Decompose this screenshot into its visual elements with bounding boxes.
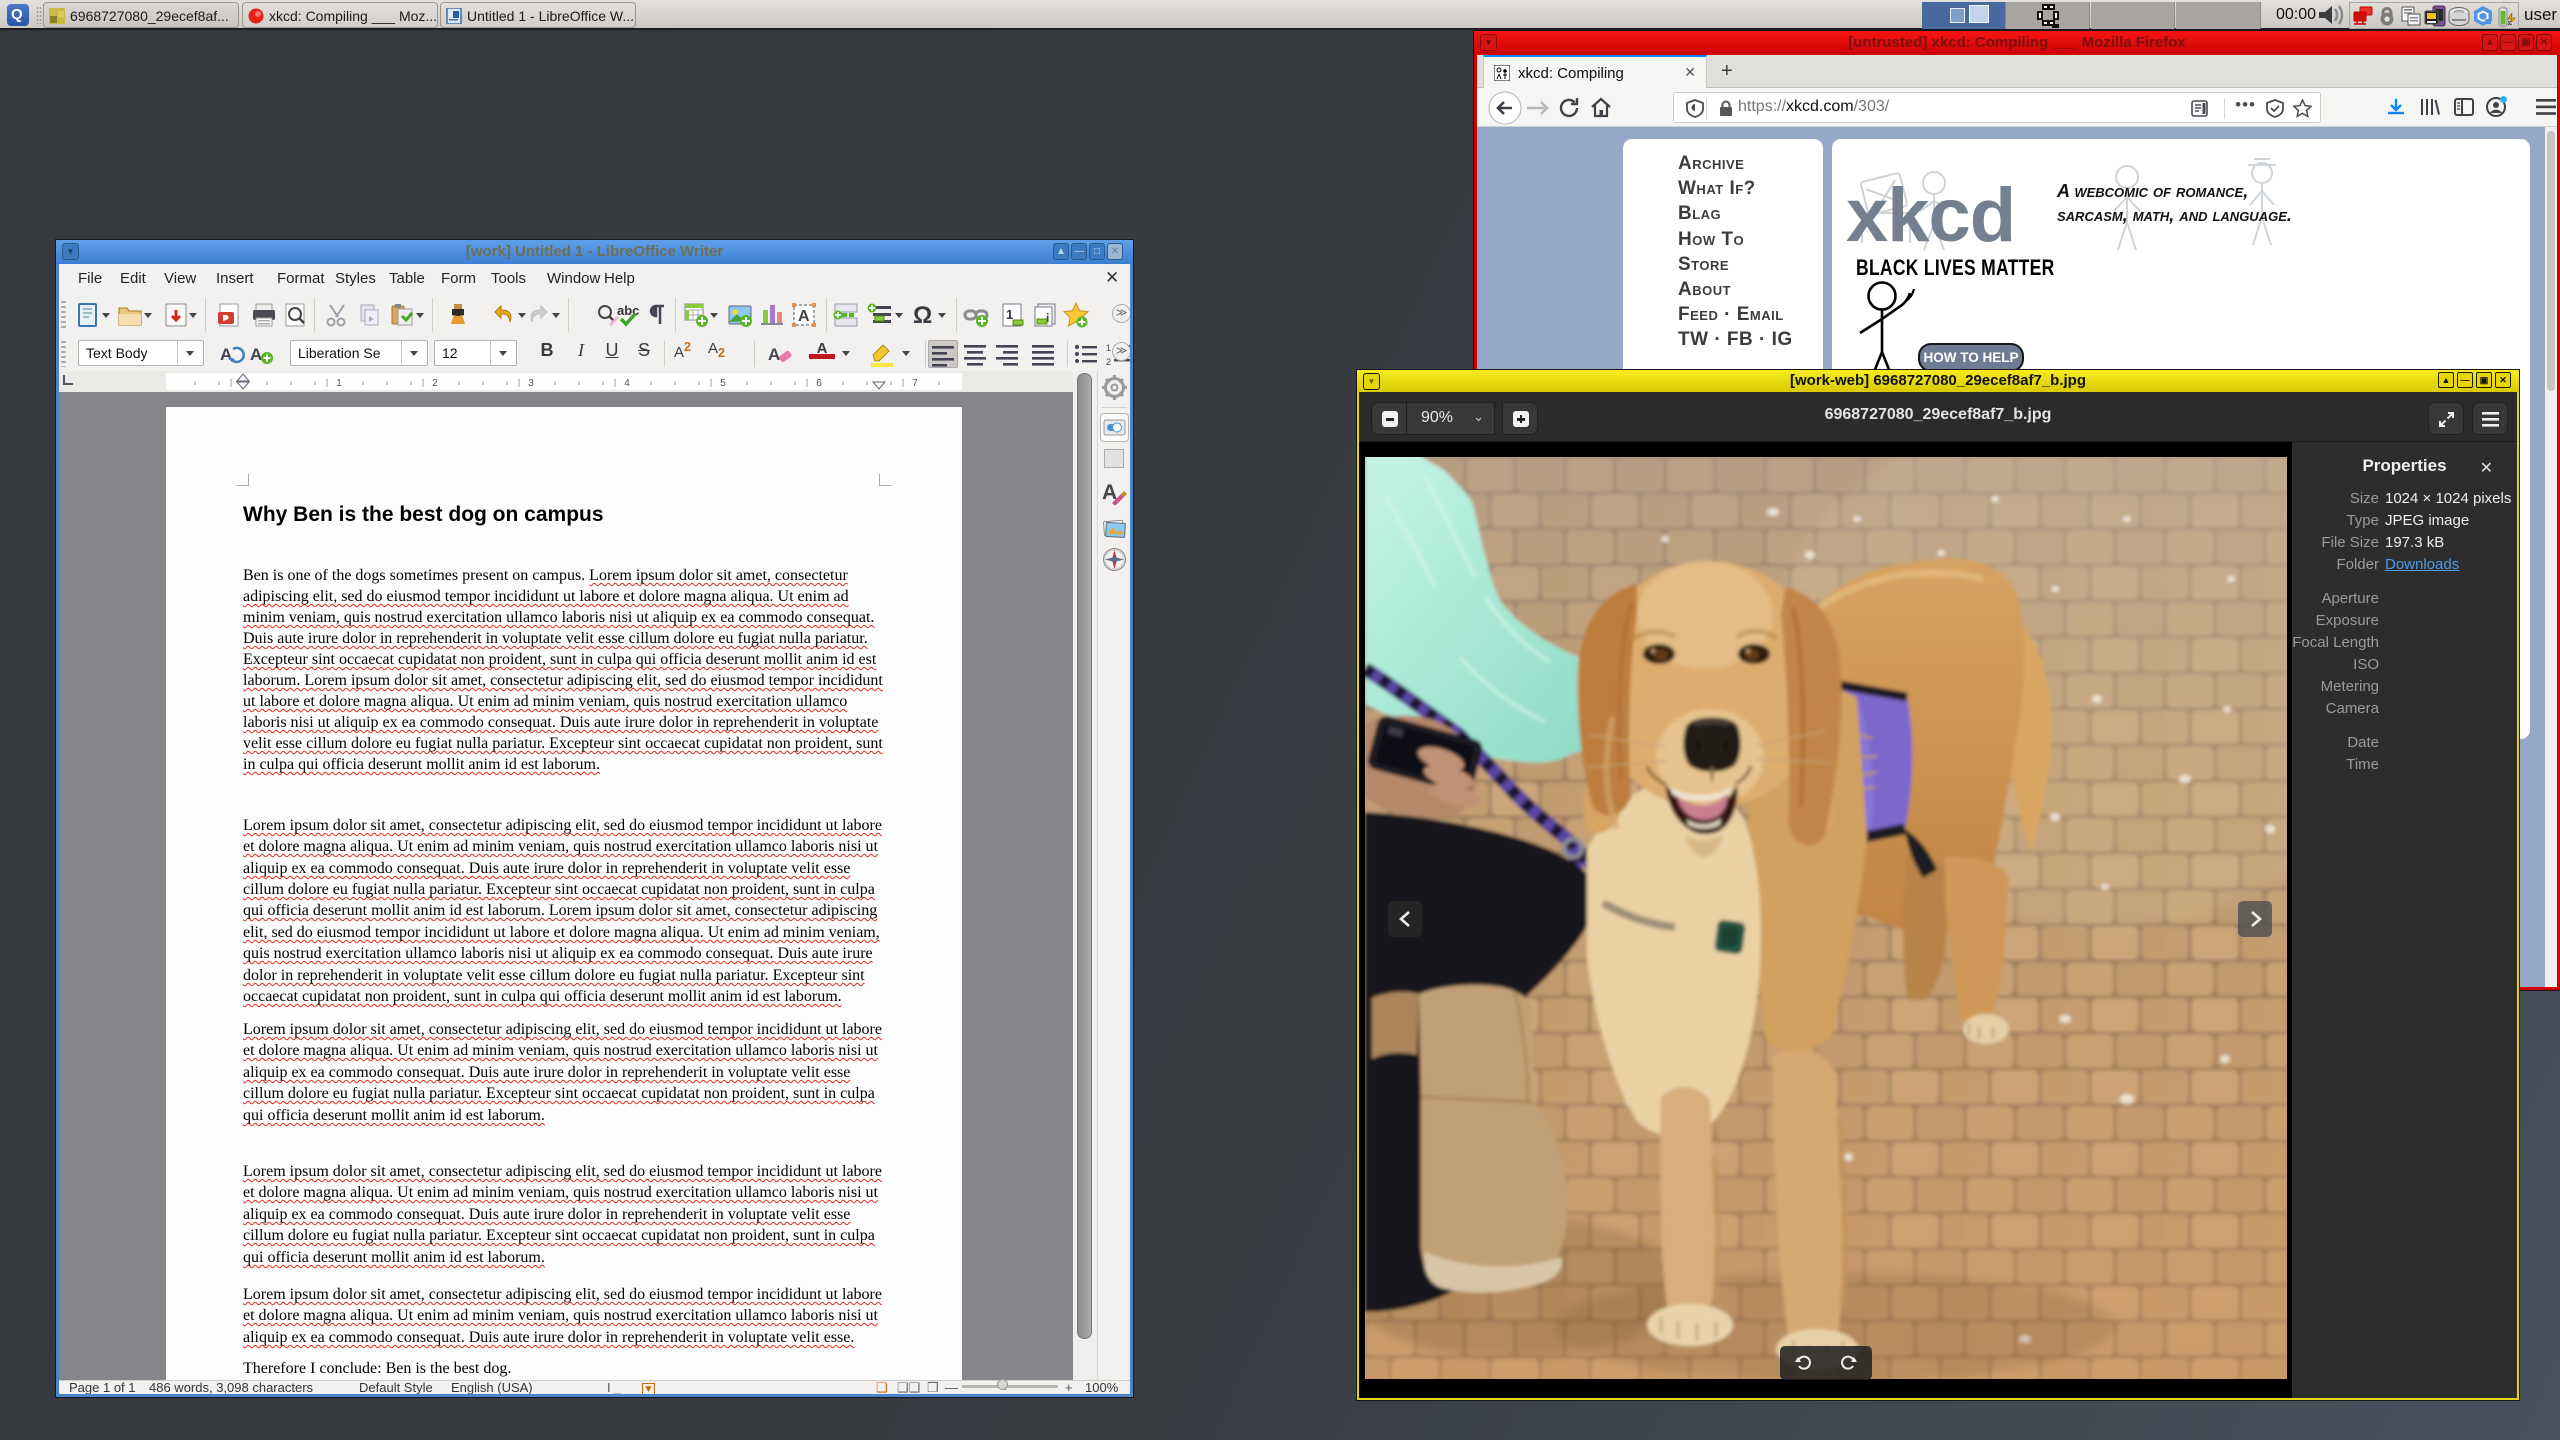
svg-text:A: A bbox=[798, 308, 810, 325]
svg-text:A: A bbox=[768, 345, 780, 364]
svg-text:5: 5 bbox=[720, 378, 726, 389]
svg-text:4: 4 bbox=[624, 378, 630, 389]
svg-text:xkcd: xkcd bbox=[1846, 173, 2015, 258]
svg-text:1: 1 bbox=[1006, 307, 1013, 322]
svg-text:3: 3 bbox=[528, 378, 534, 389]
svg-text:2: 2 bbox=[1106, 357, 1111, 367]
svg-text:7: 7 bbox=[912, 378, 918, 389]
svg-text:00: 00 bbox=[2508, 20, 2513, 25]
svg-text:1: 1 bbox=[336, 378, 342, 389]
svg-text:2: 2 bbox=[432, 378, 438, 389]
svg-text:6: 6 bbox=[816, 378, 822, 389]
svg-text:1: 1 bbox=[1106, 343, 1111, 353]
svg-text:A: A bbox=[220, 345, 232, 364]
svg-text:A: A bbox=[250, 345, 262, 364]
svg-text:abc: abc bbox=[617, 303, 639, 318]
svg-text:Ω: Ω bbox=[913, 302, 932, 328]
